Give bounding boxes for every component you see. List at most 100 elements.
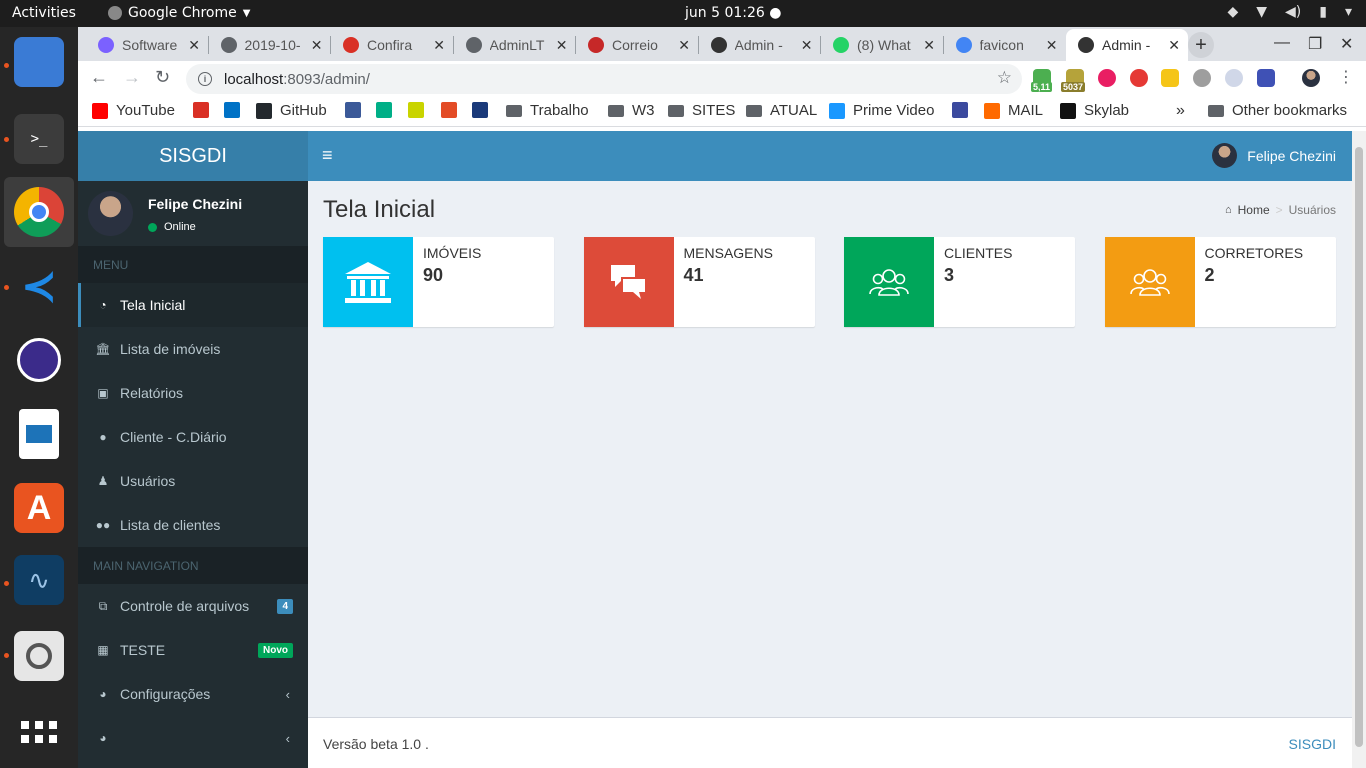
- browser-tab[interactable]: Admin - ✕: [699, 29, 821, 61]
- browser-tab[interactable]: Correio ✕: [576, 29, 698, 61]
- bookmark-item[interactable]: GitHub: [256, 102, 327, 119]
- browser-window: Software ✕ 2019-10- ✕ Confira ✕ AdminLT ✕ Correi…: [78, 27, 1366, 768]
- bookmark-item[interactable]: [345, 102, 361, 118]
- close-window-button[interactable]: ✕: [1340, 34, 1353, 54]
- scrollbar-thumb[interactable]: [1355, 147, 1363, 747]
- search-app-icon[interactable]: [14, 631, 64, 681]
- close-tab-icon[interactable]: ✕: [311, 37, 323, 54]
- browser-tab[interactable]: AdminLT ✕: [454, 29, 576, 61]
- files-app-icon[interactable]: [14, 37, 64, 87]
- bookmark-item[interactable]: SITES: [668, 102, 735, 119]
- other-bookmarks[interactable]: Other bookmarks: [1208, 102, 1347, 119]
- system-tray[interactable]: ◆ ▼ ◀) ▮ ▾: [1227, 4, 1352, 20]
- vscode-app-icon[interactable]: ≺: [14, 261, 64, 311]
- browser-tab[interactable]: 2019-10- ✕: [209, 29, 331, 61]
- sidebar-item[interactable]: ♟ Usuários: [78, 459, 308, 503]
- recycle-icon[interactable]: [1193, 69, 1211, 87]
- extension-icon[interactable]: [1098, 69, 1116, 87]
- maximize-button[interactable]: ❐: [1308, 34, 1322, 54]
- chrome-menu-icon[interactable]: ⋮: [1338, 67, 1354, 87]
- sidebar-item[interactable]: ◕ Configurações ‹: [78, 672, 308, 716]
- extension-icon[interactable]: [1257, 69, 1275, 87]
- browser-tab[interactable]: Confira ✕: [331, 29, 453, 61]
- footer-brand[interactable]: SISGDI: [1289, 736, 1336, 752]
- sidebar-item[interactable]: ▣ Relatórios: [78, 371, 308, 415]
- bookmark-item[interactable]: MAIL: [984, 102, 1043, 119]
- software-center-icon[interactable]: A: [14, 483, 64, 533]
- react-devtools-icon[interactable]: [1225, 69, 1243, 87]
- close-tab-icon[interactable]: ✕: [188, 37, 200, 54]
- writer-app-icon[interactable]: [19, 409, 59, 459]
- folder-icon: [668, 104, 684, 117]
- terminal-app-icon[interactable]: >_: [14, 114, 64, 164]
- volume-icon[interactable]: ◀): [1285, 4, 1301, 20]
- tab-favicon-icon: [955, 37, 972, 53]
- breadcrumb-home[interactable]: Home: [1238, 203, 1270, 217]
- bookmark-item[interactable]: W3: [608, 102, 655, 119]
- bookmark-item[interactable]: [441, 102, 457, 118]
- page-scrollbar[interactable]: [1352, 131, 1366, 768]
- more-bookmarks-button[interactable]: »: [1176, 102, 1185, 120]
- chrome-app-icon[interactable]: [4, 177, 74, 247]
- new-tab-button[interactable]: +: [1188, 32, 1214, 58]
- reload-button[interactable]: ↻: [155, 67, 170, 88]
- bookmark-item[interactable]: [376, 102, 392, 118]
- avatar: [1212, 143, 1238, 168]
- network-icon[interactable]: ◆: [1227, 4, 1238, 20]
- online-dot-icon: [148, 222, 157, 232]
- sidebar-toggle-icon[interactable]: ≡: [322, 145, 333, 166]
- close-tab-icon[interactable]: ✕: [1168, 37, 1180, 54]
- sidebar-item[interactable]: ▦ TESTE Novo: [78, 628, 308, 672]
- bookmark-item[interactable]: [193, 102, 209, 118]
- forward-button[interactable]: →: [123, 67, 141, 88]
- bookmark-item[interactable]: [224, 102, 240, 118]
- info-box[interactable]: Corretores 2: [1104, 237, 1336, 327]
- sidebar-item[interactable]: ●● Lista de clientes: [78, 503, 308, 547]
- activities-button[interactable]: Activities: [12, 5, 76, 21]
- clock[interactable]: jun 5 01:26 ●: [685, 5, 781, 21]
- bookmark-item[interactable]: [472, 102, 488, 118]
- close-tab-icon[interactable]: ✕: [801, 37, 813, 54]
- back-button[interactable]: ←: [90, 67, 108, 88]
- info-box[interactable]: Clientes 3: [844, 237, 1075, 327]
- info-box[interactable]: Imóveis 90: [323, 237, 554, 327]
- profile-avatar[interactable]: [1302, 69, 1320, 87]
- sidebar-item[interactable]: ◔ Tela Inicial: [78, 283, 308, 327]
- close-tab-icon[interactable]: ✕: [433, 37, 445, 54]
- browser-tab[interactable]: (8) What ✕: [821, 29, 943, 61]
- bookmark-item[interactable]: Trabalho: [506, 102, 589, 119]
- bookmark-item[interactable]: YouTube: [92, 102, 175, 119]
- extension-icon[interactable]: [1161, 69, 1179, 87]
- close-tab-icon[interactable]: ✕: [1046, 37, 1058, 54]
- sidebar-item[interactable]: 🏛 Lista de imóveis: [78, 327, 308, 371]
- adblock-icon[interactable]: [1130, 69, 1148, 87]
- bookmark-item[interactable]: Skylab: [1060, 102, 1129, 119]
- wifi-icon[interactable]: ▼: [1256, 4, 1267, 20]
- bookmark-item[interactable]: [952, 102, 968, 118]
- eclipse-app-icon[interactable]: [14, 335, 64, 385]
- bookmark-item[interactable]: Prime Video: [829, 102, 934, 119]
- bookmark-item[interactable]: ATUAL: [746, 102, 817, 119]
- battery-icon[interactable]: ▮: [1319, 4, 1327, 20]
- bookmark-star-icon[interactable]: ☆: [997, 68, 1012, 88]
- close-tab-icon[interactable]: ✕: [556, 37, 568, 54]
- bookmark-item[interactable]: [408, 102, 424, 118]
- show-apps-icon[interactable]: [14, 707, 64, 757]
- sidebar-item[interactable]: ⧉ Controle de arquivos 4: [78, 584, 308, 628]
- sidebar-item[interactable]: ● Cliente - C.Diário: [78, 415, 308, 459]
- app-logo[interactable]: SISGDI: [78, 131, 308, 181]
- browser-tab[interactable]: favicon ✕: [944, 29, 1066, 61]
- browser-tab[interactable]: Admin - ✕: [1066, 29, 1188, 61]
- minimize-button[interactable]: —: [1274, 34, 1290, 52]
- user-menu[interactable]: Felipe Chezini: [1212, 143, 1336, 168]
- sidebar-item[interactable]: ◕ ‹: [78, 716, 308, 760]
- close-tab-icon[interactable]: ✕: [678, 37, 690, 54]
- browser-tab[interactable]: Software ✕: [86, 29, 208, 61]
- address-bar[interactable]: i localhost:8093/admin/ ☆: [186, 64, 1022, 94]
- mysql-workbench-icon[interactable]: ∿: [14, 555, 64, 605]
- app-menu[interactable]: Google Chrome ▼: [108, 5, 250, 21]
- site-info-icon[interactable]: i: [198, 72, 212, 86]
- info-box[interactable]: Mensagens 41: [583, 237, 815, 327]
- close-tab-icon[interactable]: ✕: [923, 37, 935, 54]
- power-icon[interactable]: ▾: [1345, 4, 1352, 20]
